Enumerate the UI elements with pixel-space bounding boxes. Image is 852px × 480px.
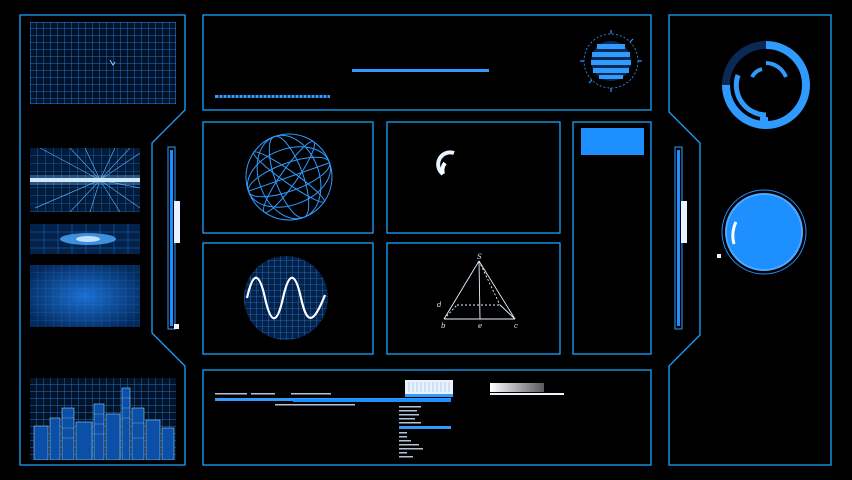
striped-globe-icon [580,30,642,92]
panel-wave [244,256,328,340]
top-panel [215,30,642,98]
pyramid-diagram-icon [443,260,516,320]
haze-tile [30,265,140,327]
pyramid-label-front-right: c [514,322,518,330]
ring-gauge-icon [722,41,810,129]
bottom-list-highlight [399,426,451,429]
pyramid-label-left: d [437,301,442,309]
panel-globe [245,133,333,221]
top-progress-line [352,69,489,72]
city-wireframe-tile [30,378,176,460]
light-burst-tile [30,148,140,212]
pyramid-label-front-left: b [441,322,446,330]
panel-loader [436,150,455,176]
energy-tile [30,224,140,254]
bottom-white-bar [405,380,453,397]
right-column [717,41,810,275]
grid-tile [30,22,176,104]
right-narrow-panel-block [581,128,644,155]
top-dotted-bar [215,95,330,98]
right-narrow-panel-frame [572,121,652,355]
pyramid-label-front: e [478,322,482,330]
left-slider-thumb [174,201,180,243]
bottom-gradient-bar [490,383,544,392]
blue-orb-button-icon [717,189,807,275]
bottom-panel [215,380,564,458]
panel-pyramid: S d b e c [437,253,518,330]
wireframe-globe-icon [245,133,333,221]
pyramid-label-apex: S [477,253,482,261]
loading-arc-icon [436,150,455,176]
